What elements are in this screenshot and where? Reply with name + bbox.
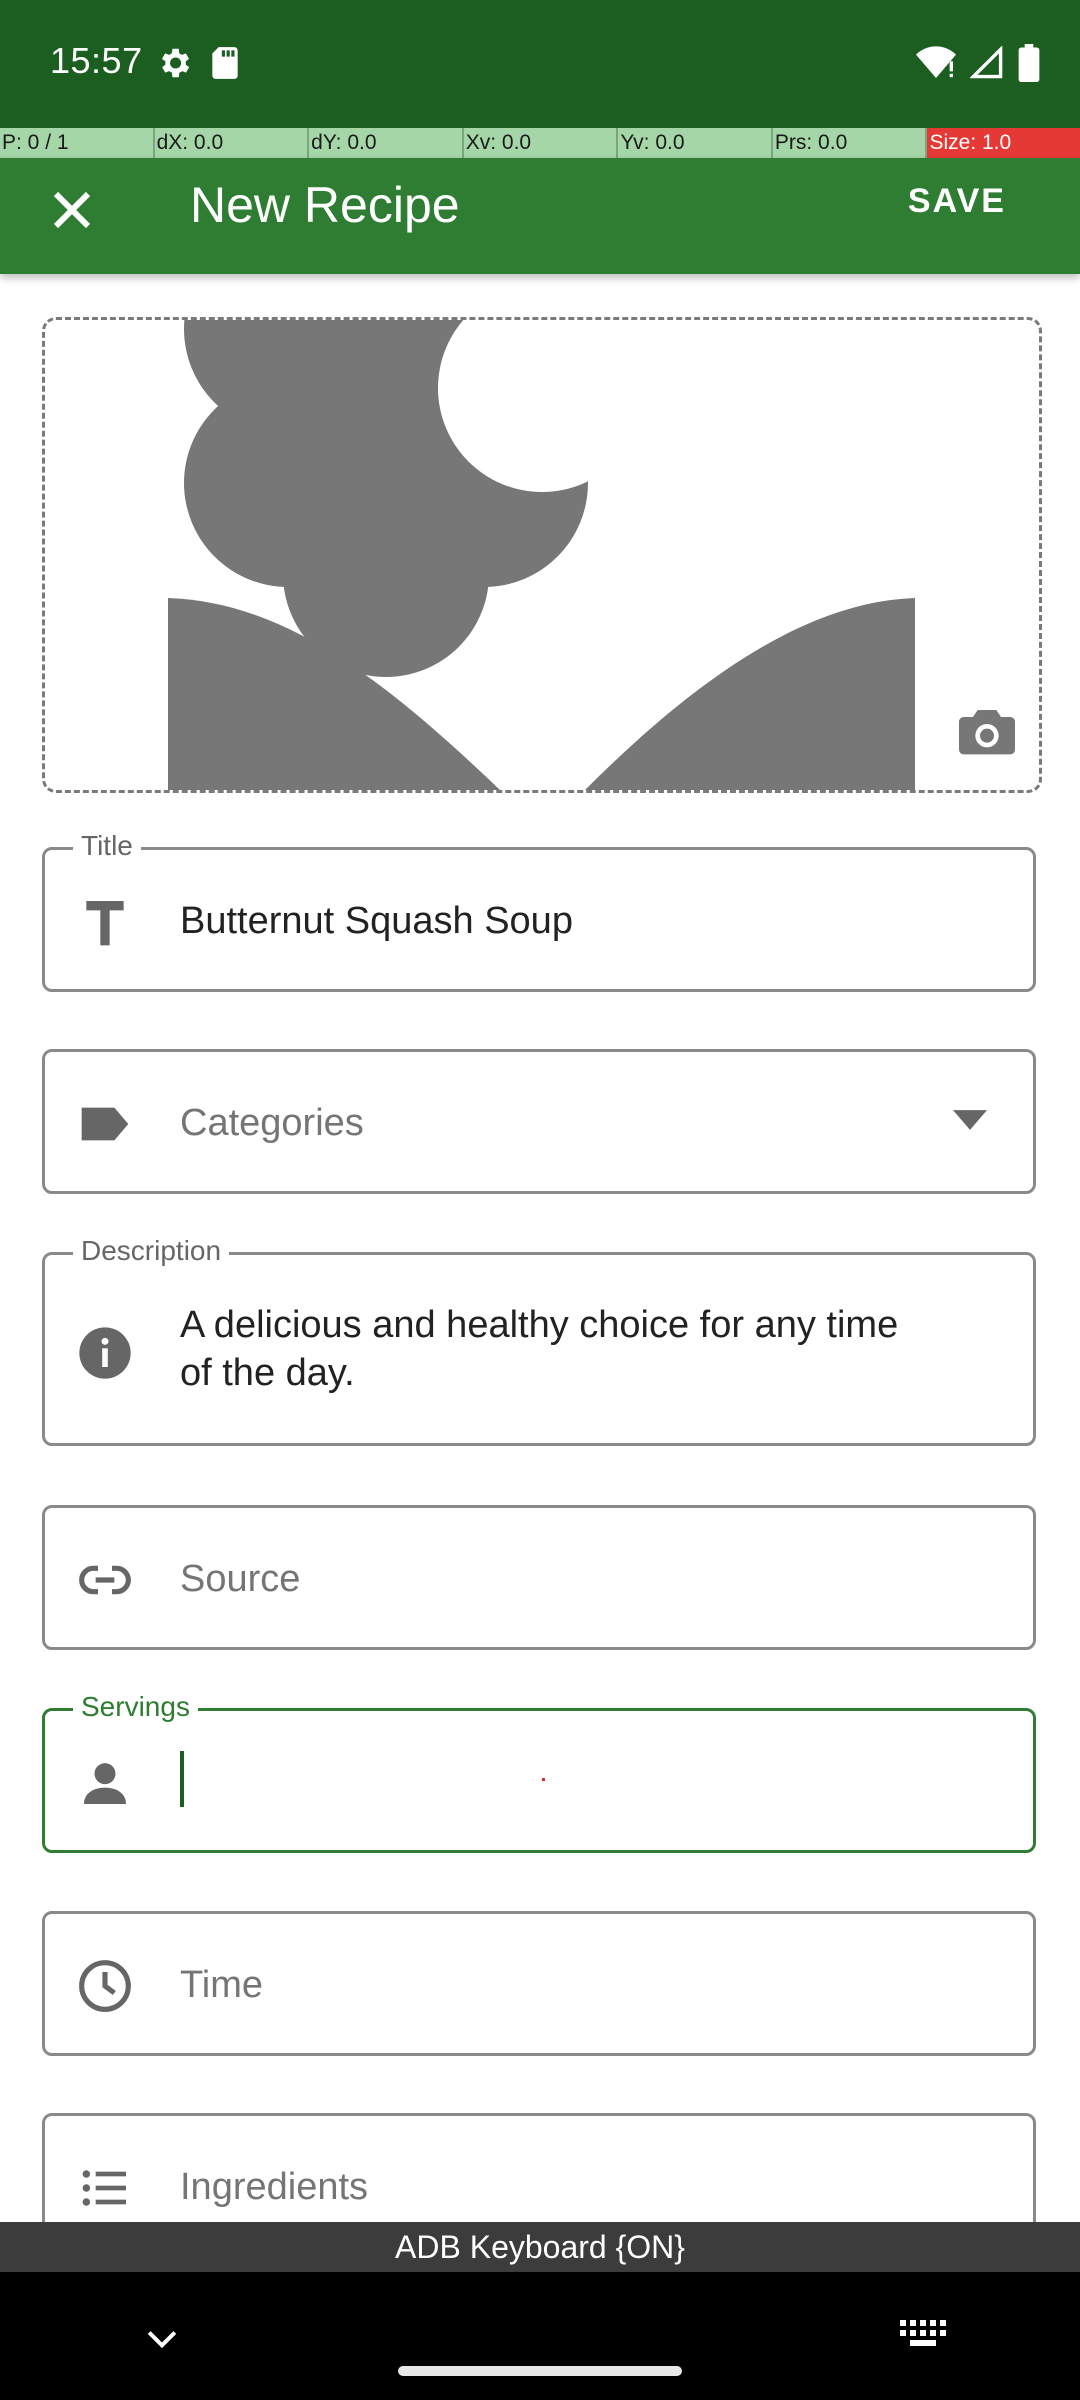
debug-dy: dY: 0.0 bbox=[309, 128, 464, 158]
list-icon bbox=[77, 2160, 133, 2221]
cell-signal-icon bbox=[969, 45, 1004, 85]
recipe-image-picker[interactable] bbox=[42, 317, 1042, 793]
description-legend: Description bbox=[73, 1235, 230, 1267]
description-line-1: A delicious and healthy choice for any t… bbox=[180, 1304, 899, 1346]
hide-keyboard-chevron-icon[interactable] bbox=[140, 2316, 184, 2365]
debug-pointer: P: 0 / 1 bbox=[0, 128, 155, 158]
close-icon bbox=[53, 191, 91, 229]
sd-card-icon bbox=[209, 44, 241, 87]
dropdown-arrow-icon[interactable] bbox=[953, 1108, 987, 1137]
link-icon bbox=[77, 1552, 133, 1613]
app-bar: New Recipe SAVE bbox=[0, 158, 1080, 274]
home-gesture-handle[interactable] bbox=[398, 2366, 682, 2376]
info-icon bbox=[77, 1325, 133, 1386]
camera-icon[interactable] bbox=[959, 707, 1015, 760]
navigation-bar bbox=[0, 2272, 1080, 2400]
description-input[interactable]: A delicious and healthy choice for any t… bbox=[180, 1301, 898, 1397]
settings-gear-icon bbox=[155, 44, 193, 87]
person-icon bbox=[77, 1755, 133, 1816]
clock-icon bbox=[77, 1958, 133, 2019]
text-T-icon bbox=[77, 894, 133, 955]
description-field[interactable]: Description A delicious and healthy choi… bbox=[42, 1235, 1036, 1446]
time-input[interactable]: Time bbox=[180, 1964, 263, 2007]
servings-field[interactable]: Servings bbox=[42, 1691, 1036, 1853]
keyboard-status: ADB Keyboard {ON} bbox=[0, 2222, 1080, 2272]
source-input[interactable]: Source bbox=[180, 1558, 300, 1601]
servings-legend: Servings bbox=[73, 1691, 198, 1723]
debug-xv: Xv: 0.0 bbox=[463, 128, 619, 158]
title-field[interactable]: Title Butternut Squash Soup bbox=[42, 830, 1036, 992]
ingredients-input[interactable]: Ingredients bbox=[180, 2166, 368, 2209]
debug-dx: dX: 0.0 bbox=[154, 128, 310, 158]
battery-icon bbox=[1018, 44, 1040, 87]
categories-select[interactable]: Categories bbox=[180, 1102, 364, 1145]
label-tag-icon bbox=[77, 1096, 133, 1157]
time-field[interactable]: Time bbox=[42, 1911, 1036, 2056]
title-legend: Title bbox=[73, 830, 141, 862]
source-field[interactable]: Source bbox=[42, 1505, 1036, 1650]
description-line-2: of the day. bbox=[180, 1352, 355, 1394]
debug-pressure: Prs: 0.0 bbox=[772, 128, 928, 158]
status-bar: 15:57 bbox=[0, 0, 1080, 128]
wifi-icon bbox=[916, 46, 956, 85]
pointer-debug-bar: P: 0 / 1 dX: 0.0 dY: 0.0 Xv: 0.0 Yv: 0.0… bbox=[0, 128, 1080, 158]
close-button[interactable] bbox=[40, 178, 104, 242]
page-title: New Recipe bbox=[190, 177, 460, 233]
status-time: 15:57 bbox=[50, 40, 143, 81]
keyboard-switch-icon[interactable] bbox=[898, 2314, 950, 2363]
categories-field[interactable]: Categories bbox=[42, 1049, 1036, 1194]
flower-placeholder-icon bbox=[168, 320, 915, 790]
save-button[interactable]: SAVE bbox=[908, 182, 1006, 221]
debug-yv: Yv: 0.0 bbox=[618, 128, 773, 158]
title-input[interactable]: Butternut Squash Soup bbox=[180, 900, 573, 943]
touch-pointer-dot bbox=[542, 1778, 545, 1781]
text-cursor bbox=[180, 1751, 184, 1807]
debug-size: Size: 1.0 bbox=[927, 128, 1080, 158]
